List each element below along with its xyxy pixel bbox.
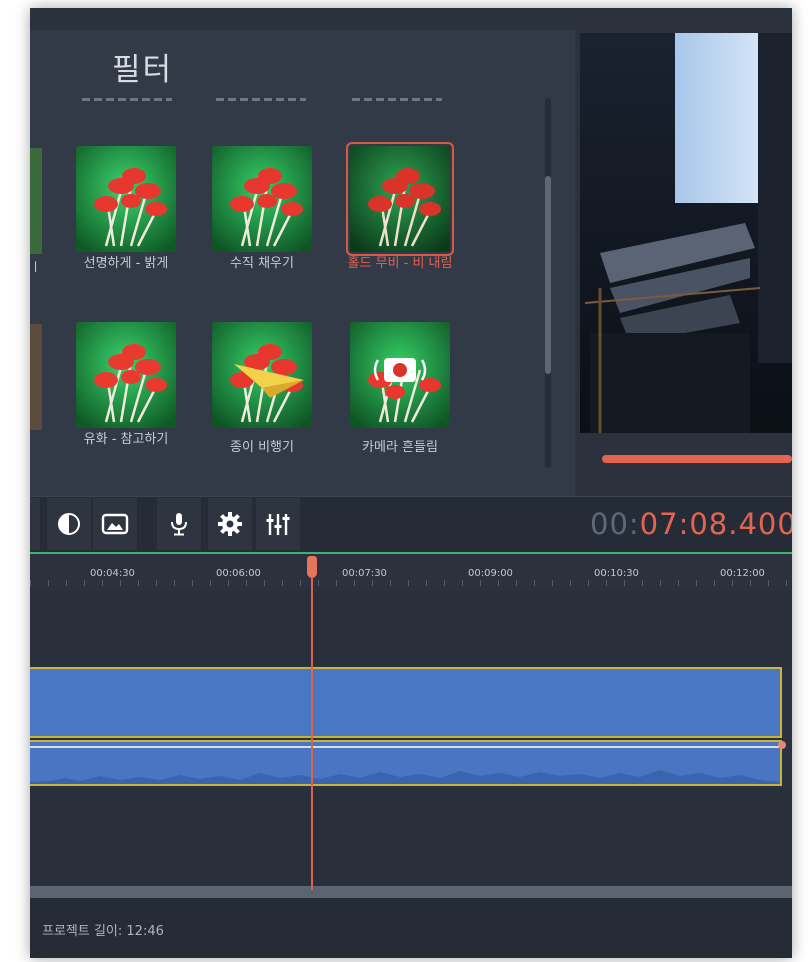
- gear-icon: [218, 512, 242, 536]
- filter-item[interactable]: 카메라 흔들림: [350, 322, 450, 455]
- audio-volume-line[interactable]: [30, 746, 782, 748]
- timeline-track-empty[interactable]: [30, 590, 792, 666]
- filter-item-label: 카메라 흔들림: [362, 440, 438, 455]
- preview-video-frame: [580, 33, 792, 433]
- timecode-hours: 00:: [590, 507, 640, 541]
- filter-item-label: 유화 - 참고하기: [83, 432, 169, 447]
- category-label-fragment: [216, 98, 306, 101]
- preview-progress-bar[interactable]: [602, 455, 792, 463]
- equalizer-icon: [266, 514, 290, 535]
- microphone-button[interactable]: [157, 498, 201, 550]
- ruler-tick-label: 00:04:30: [90, 568, 135, 579]
- image-icon: [101, 513, 129, 535]
- playhead-line: [311, 564, 313, 890]
- filter-item-label: 선명하게 - 밝게: [83, 256, 169, 271]
- timeline-track-empty[interactable]: [30, 788, 792, 888]
- current-timecode: 00:07:08.400: [590, 498, 792, 550]
- color-adjust-button[interactable]: [47, 498, 91, 550]
- camera-shake-thumbnail-icon[interactable]: [350, 322, 450, 428]
- ruler-tick-label: 00:12:00: [720, 568, 765, 579]
- playhead-handle[interactable]: [307, 556, 317, 578]
- filter-item[interactable]: 수직 채우기: [212, 146, 312, 271]
- filter-item-label: 홀드 무비 - 비 내림: [347, 256, 453, 271]
- filter-scroll-thumb[interactable]: [545, 176, 551, 374]
- timecode-value: 07:08.400: [639, 507, 792, 541]
- color-adjust-icon: [58, 513, 80, 535]
- mushroom-thumbnail-icon[interactable]: [212, 146, 312, 252]
- filter-item[interactable]: 선명하게 - 밝게: [76, 146, 176, 271]
- ruler-ticks: [30, 580, 792, 586]
- ruler-tick-label: 00:07:30: [342, 568, 387, 579]
- filter-item[interactable]: 유화 - 참고하기: [76, 322, 176, 447]
- mushroom-thumbnail-icon[interactable]: [76, 322, 176, 428]
- filter-thumbnail-partial[interactable]: [30, 148, 42, 254]
- mushroom-thumbnail-icon[interactable]: [76, 146, 176, 252]
- video-clip[interactable]: [30, 667, 782, 738]
- audio-mixer-button[interactable]: [256, 498, 300, 550]
- filter-item-selected[interactable]: 홀드 무비 - 비 내림: [346, 142, 454, 271]
- filter-item-label: 종이 비행기: [230, 440, 294, 455]
- microphone-icon: [171, 513, 187, 536]
- filter-item[interactable]: 종이 비행기: [212, 322, 312, 455]
- filter-panel-title: 필터: [112, 52, 174, 88]
- image-button[interactable]: [93, 498, 137, 550]
- filter-thumbnail-partial[interactable]: [30, 324, 42, 430]
- settings-button[interactable]: [208, 498, 252, 550]
- volume-keyframe-handle[interactable]: [778, 741, 786, 749]
- filter-item-label: 수직 채우기: [230, 256, 294, 271]
- project-length-label: 프로젝트 길이: 12:46: [42, 924, 164, 939]
- ruler-tick-label: 00:09:00: [468, 568, 513, 579]
- video-editor-window: 필터 선명하게 - 밝게 수직 채우기 홀드 무비 - 비 내림 유화 - 참고…: [30, 8, 792, 958]
- paper-plane-thumbnail-icon[interactable]: [212, 322, 312, 428]
- category-label-fragment: [352, 98, 442, 101]
- mushroom-thumbnail-icon[interactable]: [346, 142, 454, 256]
- category-label-fragment: [82, 98, 172, 101]
- ruler-tick-label: 00:10:30: [594, 568, 639, 579]
- audio-waveform: [30, 770, 780, 784]
- ruler-tick-label: 00:06:00: [216, 568, 261, 579]
- timeline-horizontal-scrollbar[interactable]: [30, 886, 792, 898]
- tool-partial[interactable]: [30, 498, 40, 550]
- filter-label-fragment: ㅣ: [30, 260, 42, 274]
